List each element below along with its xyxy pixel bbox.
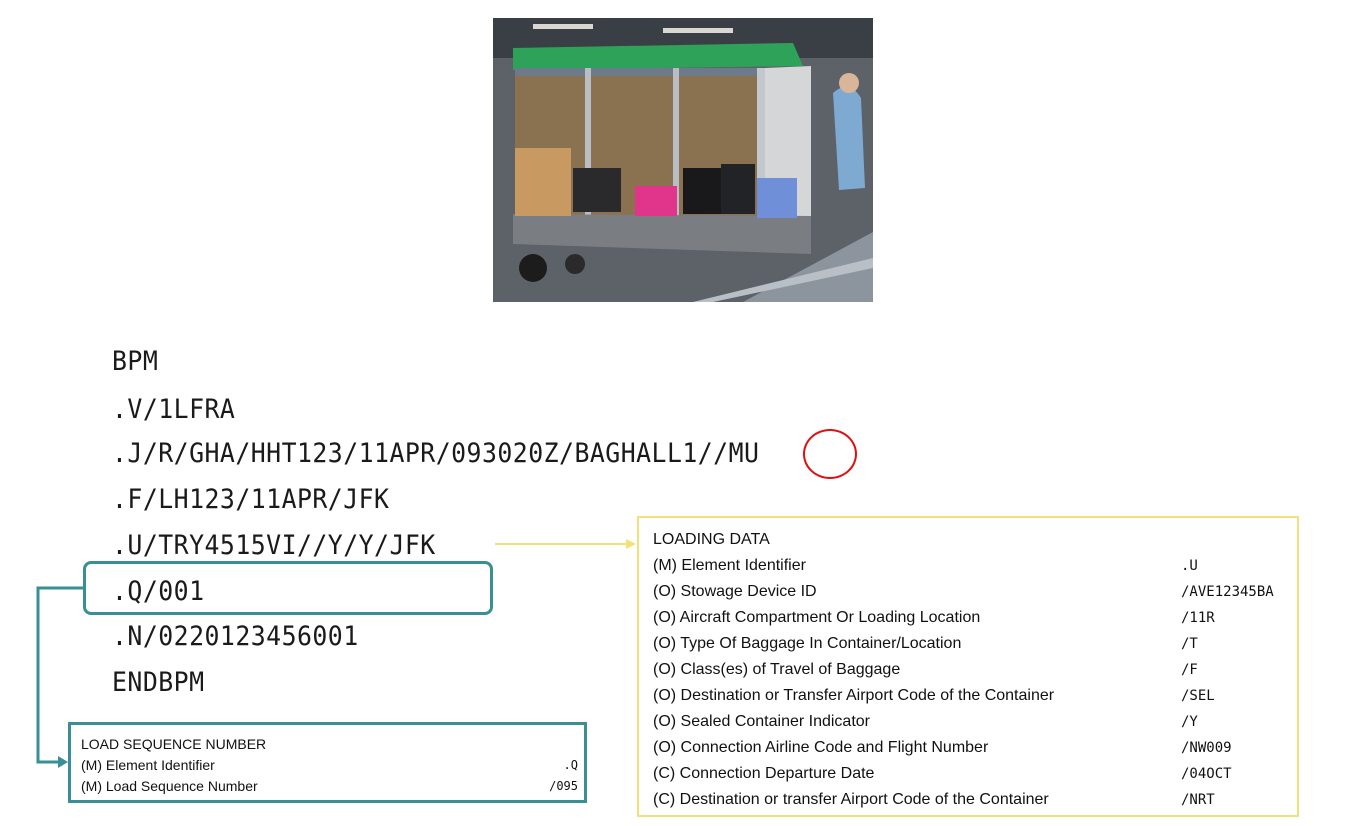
row-code: .U — [1181, 558, 1198, 574]
loading-data-panel: LOADING DATA (M) Element Identifier .U (O… — [637, 516, 1299, 817]
row-code: /095 — [549, 779, 578, 793]
loading-data-row: (O) Destination or Transfer Airport Code… — [653, 684, 1293, 708]
row-code: /T — [1181, 636, 1198, 652]
row-code: /SEL — [1181, 688, 1215, 704]
loading-data-row: (O) Aircraft Compartment Or Loading Loca… — [653, 606, 1293, 630]
row-label: (O) Type Of Baggage In Container/Locatio… — [653, 635, 962, 652]
row-code: /F — [1181, 662, 1198, 678]
row-code: /NRT — [1181, 792, 1215, 808]
loading-data-row: (O) Sealed Container Indicator/Y — [653, 710, 1293, 734]
row-code: /04OCT — [1181, 766, 1232, 782]
row-label: (O) Sealed Container Indicator — [653, 713, 870, 730]
row-label: (O) Stowage Device ID — [653, 583, 817, 600]
loading-data-title: LOADING DATA — [653, 531, 770, 548]
loading-data-row: (O) Connection Airline Code and Flight N… — [653, 736, 1293, 760]
row-label: (M) Element Identifier — [653, 557, 806, 574]
loading-data-arrowhead — [626, 539, 636, 549]
row-code: .Q — [563, 758, 578, 772]
row-code: /NW009 — [1181, 740, 1232, 756]
row-label: (O) Class(es) of Travel of Baggage — [653, 661, 901, 678]
load-sequence-row: (M) Load Sequence Number /095 — [81, 776, 578, 796]
row-label: (O) Connection Airline Code and Flight N… — [653, 739, 989, 756]
load-sequence-number-panel: LOAD SEQUENCE NUMBER (M) Element Identif… — [68, 722, 587, 803]
row-label: (M) Load Sequence Number — [81, 778, 258, 794]
loading-data-row: (O) Stowage Device ID/AVE12345BA — [653, 580, 1293, 604]
loading-data-row: (M) Element Identifier .U — [653, 554, 1293, 578]
loading-data-row: (O) Class(es) of Travel of Baggage/F — [653, 658, 1293, 682]
row-code: /11R — [1181, 610, 1215, 626]
load-sequence-arrowhead — [58, 756, 68, 768]
row-label: (O) Destination or Transfer Airport Code… — [653, 687, 1055, 704]
loading-data-row: (O) Type Of Baggage In Container/Locatio… — [653, 632, 1293, 656]
load-sequence-title: LOAD SEQUENCE NUMBER — [81, 736, 267, 752]
loading-data-row: (C) Connection Departure Date/04OCT — [653, 762, 1293, 786]
load-sequence-row: (M) Element Identifier .Q — [81, 755, 578, 775]
row-label: (O) Aircraft Compartment Or Loading Loca… — [653, 609, 981, 626]
row-label: (C) Destination or transfer Airport Code… — [653, 791, 1049, 808]
row-label: (C) Connection Departure Date — [653, 765, 875, 782]
row-code: /Y — [1181, 714, 1198, 730]
loading-data-row: (C) Destination or transfer Airport Code… — [653, 788, 1293, 812]
row-label: (M) Element Identifier — [81, 757, 215, 773]
row-code: /AVE12345BA — [1181, 584, 1274, 600]
